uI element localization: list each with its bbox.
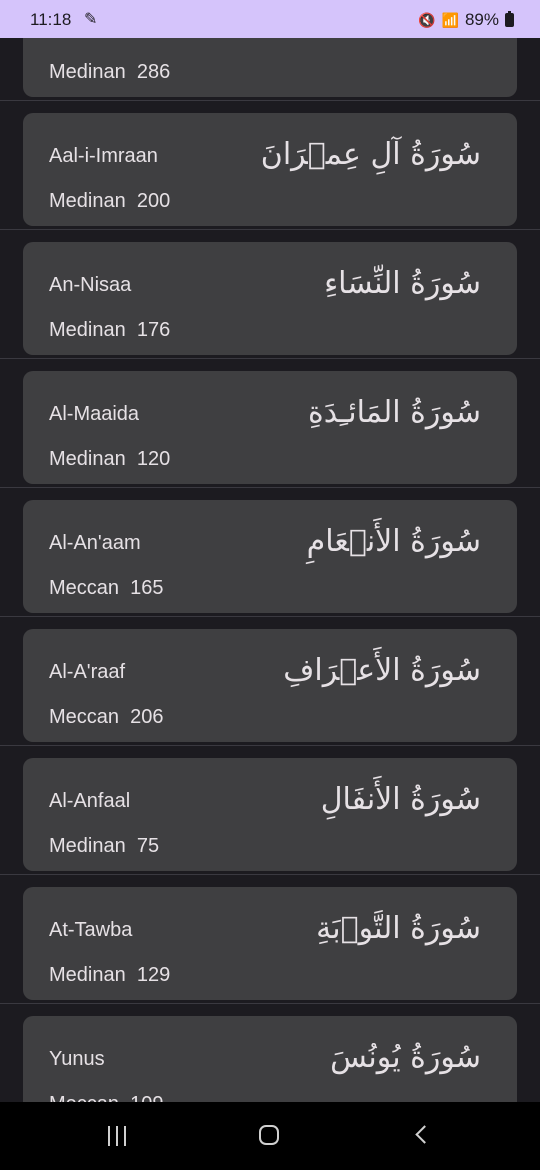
surah-card[interactable]: Al-An'aam سُورَةُ الأَنۡعَامِ Meccan 165: [23, 500, 517, 613]
list-item: Al-A'raaf سُورَةُ الأَعۡرَافِ Meccan 206: [0, 616, 540, 745]
revelation-type: Medinan: [49, 319, 126, 341]
home-icon[interactable]: [259, 1125, 279, 1145]
surah-card[interactable]: Al-Maaida سُورَةُ المَائـِدَةِ Medinan 120: [23, 371, 517, 484]
revelation-type: Meccan: [49, 577, 120, 599]
revelation-type: Meccan: [49, 1093, 119, 1102]
surah-name: At-Tawba: [49, 919, 133, 941]
list-item: Yunus سُورَةُ يُونُسَ Meccan 109: [0, 1003, 540, 1102]
surah-meta: Medinan 200: [49, 190, 170, 213]
status-time: 11:18: [30, 10, 72, 29]
surah-card[interactable]: Yunus سُورَةُ يُونُسَ Meccan 109: [23, 1016, 517, 1102]
status-indicators: 🔇 📶 89%: [418, 10, 514, 30]
verse-count: 206: [130, 706, 164, 728]
battery-icon: [505, 11, 514, 27]
surah-name: Al-Anfaal: [49, 790, 131, 812]
list-item: Al-An'aam سُورَةُ الأَنۡعَامِ Meccan 165: [0, 487, 540, 616]
surah-arabic-name: سُورَةُ النِّسَاءِ: [324, 266, 481, 301]
surah-arabic-name: سُورَةُ المَائـِدَةِ: [308, 395, 481, 430]
surah-meta: Medinan 120: [49, 448, 170, 471]
surah-card[interactable]: An-Nisaa سُورَةُ النِّسَاءِ Medinan 176: [23, 242, 517, 355]
surah-name: Al-Maaida: [49, 403, 140, 425]
list-item: Al-Anfaal سُورَةُ الأَنفَالِ Medinan 75: [0, 745, 540, 874]
status-bar: 11:18 ✎ 🔇 📶 89%: [0, 0, 540, 38]
surah-meta: Medinan 286: [49, 61, 170, 84]
surah-meta: Meccan 206: [49, 706, 164, 729]
revelation-type: Meccan: [49, 706, 120, 728]
revelation-type: Medinan: [49, 448, 126, 470]
surah-name: Yunus: [49, 1048, 105, 1070]
surah-card[interactable]: Al-A'raaf سُورَةُ الأَعۡرَافِ Meccan 206: [23, 629, 517, 742]
surah-arabic-name: سُورَةُ يُونُسَ: [330, 1040, 481, 1075]
surah-meta: Medinan 129: [49, 964, 170, 987]
battery-percent: 89%: [464, 10, 499, 29]
pencil-icon: ✎: [84, 11, 98, 28]
surah-card[interactable]: Medinan 286: [23, 38, 517, 97]
mute-icon: 🔇: [418, 11, 436, 28]
verse-count: 200: [136, 190, 171, 212]
verse-count: 120: [136, 448, 171, 470]
list-item: Al-Maaida سُورَةُ المَائـِدَةِ Medinan 120: [0, 358, 540, 487]
verse-count: 165: [130, 577, 164, 599]
surah-card[interactable]: Aal-i-Imraan سُورَةُ آلِ عِمۡرَانَ Medinan…: [23, 113, 517, 226]
list-item: At-Tawba سُورَةُ التَّوۡبَةِ Medinan 129: [0, 874, 540, 1003]
verse-count: 176: [136, 319, 171, 341]
surah-card[interactable]: At-Tawba سُورَةُ التَّوۡبَةِ Medinan 129: [23, 887, 517, 1000]
surah-arabic-name: سُورَةُ الأَنۡعَامِ: [306, 524, 481, 559]
revelation-type: Medinan: [49, 190, 126, 212]
list-item: Medinan 286: [0, 38, 540, 100]
revelation-type: Medinan: [49, 61, 126, 83]
surah-meta: Medinan 75: [49, 835, 159, 858]
verse-count: 129: [136, 964, 171, 986]
surah-arabic-name: سُورَةُ آلِ عِمۡرَانَ: [260, 137, 481, 172]
revelation-type: Medinan: [49, 835, 126, 857]
list-item: Aal-i-Imraan سُورَةُ آلِ عِمۡرَانَ Medinan…: [0, 100, 540, 229]
back-icon[interactable]: [415, 1125, 434, 1144]
surah-name: An-Nisaa: [49, 274, 132, 296]
surah-meta: Meccan 109: [49, 1093, 164, 1102]
surah-name: Aal-i-Imraan: [49, 145, 158, 167]
surah-arabic-name: سُورَةُ التَّوۡبَةِ: [316, 911, 481, 946]
wifi-icon: 📶: [441, 11, 459, 28]
surah-card[interactable]: Al-Anfaal سُورَةُ الأَنفَالِ Medinan 75: [23, 758, 517, 871]
surah-arabic-name: سُورَةُ الأَنفَالِ: [320, 782, 481, 817]
surah-list[interactable]: Medinan 286 Aal-i-Imraan سُورَةُ آلِ عِمۡر…: [0, 38, 540, 1102]
verse-count: 109: [130, 1093, 163, 1102]
surah-arabic-name: سُورَةُ الأَعۡرَافِ: [283, 653, 481, 688]
verse-count: 75: [136, 835, 160, 857]
surah-meta: Meccan 165: [49, 577, 164, 600]
surah-name: Al-An'aam: [49, 532, 141, 554]
surah-meta: Medinan 176: [49, 319, 170, 342]
surah-name: Al-A'raaf: [49, 661, 126, 683]
verse-count: 286: [136, 61, 171, 83]
list-item: An-Nisaa سُورَةُ النِّسَاءِ Medinan 176: [0, 229, 540, 358]
recents-icon[interactable]: [108, 1126, 132, 1146]
revelation-type: Medinan: [49, 964, 126, 986]
navigation-bar: [0, 1102, 540, 1170]
